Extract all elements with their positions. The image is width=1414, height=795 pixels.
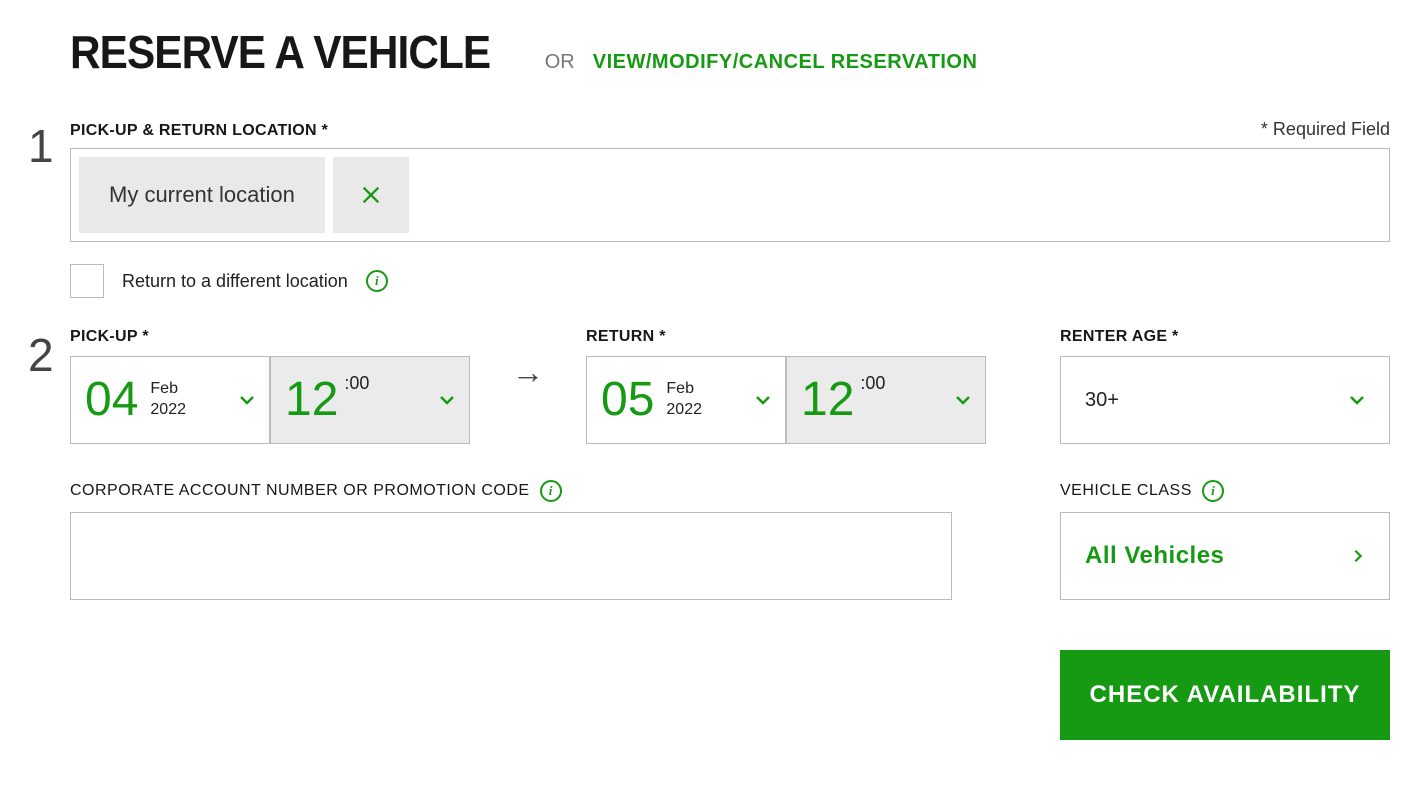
different-location-label: Return to a different location	[122, 271, 348, 292]
check-availability-button[interactable]: CHECK AVAILABILITY	[1060, 650, 1390, 740]
renter-age-select[interactable]: 30+	[1060, 356, 1390, 444]
pickup-label: PICK-UP *	[70, 328, 470, 346]
modify-reservation-link[interactable]: VIEW/MODIFY/CANCEL RESERVATION	[593, 51, 978, 74]
location-chip: My current location	[79, 157, 325, 233]
arrow-icon: →	[494, 328, 562, 416]
return-year: 2022	[666, 400, 702, 421]
pickup-location-label: PICK-UP & RETURN LOCATION *	[70, 122, 328, 140]
return-label: RETURN *	[586, 328, 986, 346]
pickup-year: 2022	[150, 400, 186, 421]
info-icon[interactable]: i	[540, 480, 562, 502]
chevron-down-icon	[955, 392, 971, 408]
pickup-minutes: :00	[344, 373, 369, 394]
step-1-number: 1	[28, 119, 54, 173]
return-month: Feb	[666, 379, 702, 400]
vehicle-class-label: VEHICLE CLASS	[1060, 482, 1192, 500]
pickup-hour: 12	[285, 376, 338, 424]
promo-label: CORPORATE ACCOUNT NUMBER OR PROMOTION CO…	[70, 482, 530, 500]
return-minutes: :00	[860, 373, 885, 394]
return-day: 05	[601, 376, 654, 424]
renter-age-label: RENTER AGE *	[1060, 328, 1390, 346]
vehicle-class-select[interactable]: All Vehicles	[1060, 512, 1390, 600]
clear-location-button[interactable]	[333, 157, 409, 233]
chevron-down-icon	[239, 392, 255, 408]
pickup-date-picker[interactable]: 04 Feb 2022	[70, 356, 270, 444]
renter-age-value: 30+	[1085, 389, 1119, 412]
different-location-checkbox[interactable]	[70, 264, 104, 298]
return-time-picker[interactable]: 12 :00	[786, 356, 986, 444]
page-title: RESERVE A VEHICLE	[70, 25, 490, 79]
vehicle-class-value: All Vehicles	[1085, 542, 1224, 570]
pickup-time-picker[interactable]: 12 :00	[270, 356, 470, 444]
chevron-down-icon	[1349, 392, 1365, 408]
or-separator: OR	[545, 51, 575, 74]
return-hour: 12	[801, 376, 854, 424]
chevron-down-icon	[439, 392, 455, 408]
close-icon	[360, 184, 382, 206]
step-2-number: 2	[28, 328, 54, 382]
chevron-down-icon	[755, 392, 771, 408]
location-input-container[interactable]: My current location	[70, 148, 1390, 242]
promo-code-input[interactable]	[70, 512, 952, 600]
chevron-right-icon	[1351, 546, 1365, 566]
return-date-picker[interactable]: 05 Feb 2022	[586, 356, 786, 444]
info-icon[interactable]: i	[1202, 480, 1224, 502]
required-field-note: * Required Field	[1261, 119, 1390, 140]
pickup-day: 04	[85, 376, 138, 424]
pickup-month: Feb	[150, 379, 186, 400]
info-icon[interactable]: i	[366, 270, 388, 292]
